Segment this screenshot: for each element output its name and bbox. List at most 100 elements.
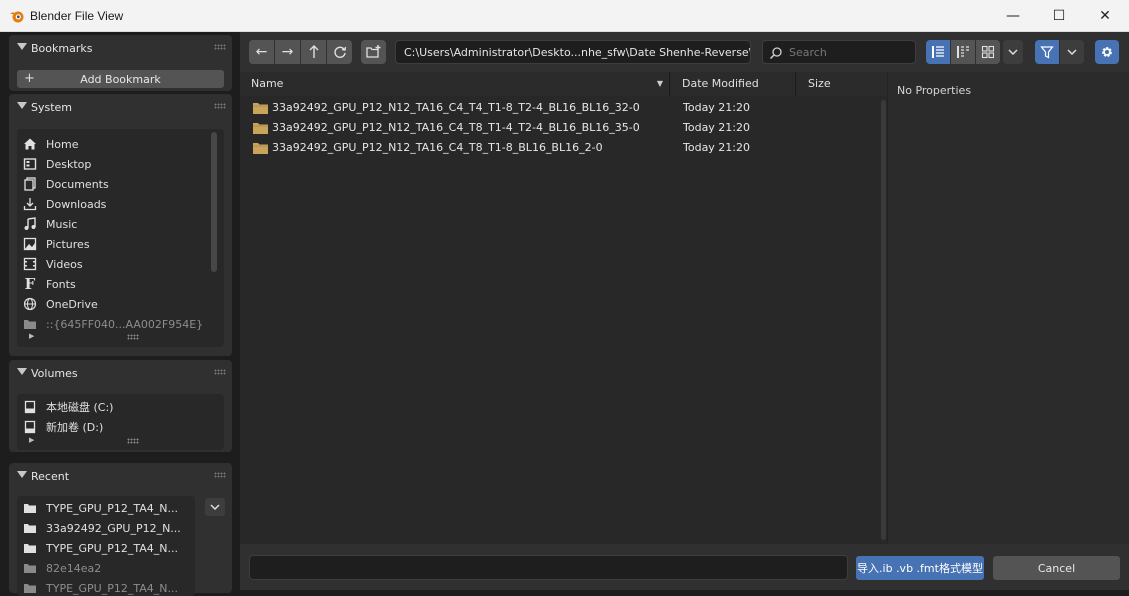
drag-grip-icon[interactable] <box>214 44 226 50</box>
back-button[interactable]: ← <box>249 40 274 64</box>
properties-panel: No Properties <box>888 72 1129 544</box>
refresh-button[interactable] <box>327 40 352 64</box>
file-list-scrollbar[interactable] <box>881 100 886 540</box>
sidebar-item-special-folder[interactable]: ::{645FF040...AA002F954E} <box>23 314 213 334</box>
column-header-size[interactable]: Size <box>797 72 887 96</box>
chevron-down-icon <box>210 504 220 510</box>
column-name-label: Name <box>251 77 284 90</box>
forward-button[interactable]: → <box>275 40 300 64</box>
import-execute-button[interactable]: 导入.ib .vb .fmt格式模型 <box>856 556 984 580</box>
folder-icon <box>253 123 268 134</box>
recent-item-label: TYPE_GPU_P12_TA4_N... <box>46 581 178 595</box>
add-bookmark-label: Add Bookmark <box>80 72 161 86</box>
folder-icon <box>253 143 268 154</box>
parent-directory-icon <box>309 45 318 58</box>
recent-item[interactable]: TYPE_GPU_P12_TA4_N... <box>23 578 193 596</box>
drag-grip-icon[interactable] <box>214 369 226 375</box>
recent-item-label: TYPE_GPU_P12_TA4_N... <box>46 541 178 555</box>
refresh-icon <box>333 46 346 58</box>
filter-icon <box>1040 46 1054 59</box>
sidebar-item-desktop[interactable]: Desktop <box>23 154 213 174</box>
documents-icon <box>24 177 36 191</box>
minimize-button[interactable]: — <box>990 0 1036 32</box>
directory-path-field[interactable]: C:\Users\Administrator\Deskto...nhe_sfw\… <box>395 40 751 64</box>
grid-view-icon <box>981 45 995 59</box>
thumbnail-view-button[interactable] <box>976 40 1000 64</box>
recent-item[interactable]: TYPE_GPU_P12_TA4_N... <box>23 538 193 558</box>
settings-button[interactable] <box>1095 40 1119 64</box>
close-icon: ✕ <box>1099 8 1111 24</box>
file-name: 33a92492_GPU_P12_N12_TA16_C4_T8_T1-4_T2-… <box>272 121 640 134</box>
filename-input[interactable] <box>249 555 848 580</box>
recent-item[interactable]: 33a92492_GPU_P12_N... <box>23 518 193 538</box>
file-row[interactable]: 33a92492_GPU_P12_N12_TA16_C4_T8_T1-8_BL1… <box>240 138 870 158</box>
recent-item[interactable]: TYPE_GPU_P12_TA4_N... <box>23 498 193 518</box>
folder-icon <box>253 103 268 114</box>
sidebar-item-videos[interactable]: Videos <box>23 254 213 274</box>
recent-panel-header[interactable]: Recent <box>9 463 232 489</box>
add-bookmark-button[interactable]: + Add Bookmark <box>17 70 224 88</box>
search-input[interactable]: Search <box>762 40 916 64</box>
sidebar-item-label: Fonts <box>46 277 76 291</box>
column-header-date[interactable]: Date Modified <box>671 72 796 96</box>
filter-dropdown[interactable] <box>1060 40 1084 64</box>
maximize-button[interactable]: ☐ <box>1036 0 1082 32</box>
horizontal-list-view-button[interactable] <box>951 40 975 64</box>
file-date: Today 21:20 <box>683 141 751 154</box>
sidebar-item-label: ::{645FF040...AA002F954E} <box>46 317 204 331</box>
column-date-label: Date Modified <box>682 77 759 90</box>
sidebar-item-drive-d[interactable]: 新加卷 (D:) <box>23 417 213 437</box>
bookmarks-panel-header[interactable]: Bookmarks <box>9 35 232 61</box>
sidebar-item-onedrive[interactable]: OneDrive <box>23 294 213 314</box>
recent-item[interactable]: 82e14ea2 <box>23 558 193 578</box>
arrow-right-icon: → <box>281 44 294 60</box>
file-row[interactable]: 33a92492_GPU_P12_N12_TA16_C4_T4_T1-8_T2-… <box>240 98 870 118</box>
sidebar-item-fonts[interactable]: F Fonts <box>23 274 213 294</box>
close-button[interactable]: ✕ <box>1082 0 1128 32</box>
new-folder-button[interactable] <box>361 40 386 64</box>
drag-grip-icon[interactable] <box>214 472 226 478</box>
sidebar-item-pictures[interactable]: Pictures <box>23 234 213 254</box>
system-label: System <box>31 101 73 114</box>
resize-grip-icon[interactable] <box>127 438 139 444</box>
resize-grip-icon[interactable] <box>127 334 139 340</box>
drive-icon <box>24 400 36 414</box>
volumes-panel: Volumes 本地磁盘 (C:) 新加卷 (D:) ▶ <box>9 360 232 452</box>
system-scrollbar[interactable] <box>211 132 217 272</box>
recent-label: Recent <box>31 470 70 483</box>
downloads-icon <box>23 198 37 211</box>
sidebar-item-label: Pictures <box>46 237 90 251</box>
folder-icon <box>24 504 36 513</box>
volumes-panel-header[interactable]: Volumes <box>9 360 232 386</box>
system-panel-header[interactable]: System <box>9 94 232 120</box>
sidebar-item-home[interactable]: Home <box>23 134 213 154</box>
display-settings-dropdown[interactable] <box>1003 40 1023 64</box>
expand-arrow-icon[interactable]: ▶ <box>29 332 34 340</box>
home-icon <box>24 138 36 150</box>
parent-directory-button[interactable] <box>301 40 326 64</box>
file-list: Name ▼ Date Modified Size 33a92492_GPU_P… <box>240 72 887 544</box>
cancel-button[interactable]: Cancel <box>993 556 1120 580</box>
title-bar: Blender File View — ☐ ✕ <box>0 0 1129 32</box>
recent-dropdown-button[interactable] <box>205 498 225 516</box>
list-view-icon <box>932 46 944 58</box>
filter-toggle-button[interactable] <box>1035 40 1059 64</box>
folder-icon <box>24 544 36 553</box>
file-row[interactable]: 33a92492_GPU_P12_N12_TA16_C4_T8_T1-4_T2-… <box>240 118 870 138</box>
maximize-icon: ☐ <box>1052 8 1066 24</box>
column-header-name[interactable]: Name ▼ <box>240 72 670 96</box>
drag-grip-icon[interactable] <box>214 103 226 109</box>
window-title: Blender File View <box>30 9 124 23</box>
sidebar-item-label: Music <box>46 217 78 231</box>
system-list: Home Desktop Documents Downloads Music P… <box>17 129 224 347</box>
sidebar-item-downloads[interactable]: Downloads <box>23 194 213 214</box>
vertical-list-view-button[interactable] <box>926 40 950 64</box>
no-properties-label: No Properties <box>897 84 972 97</box>
sidebar-item-label: Downloads <box>46 197 107 211</box>
sidebar-item-documents[interactable]: Documents <box>23 174 213 194</box>
expand-arrow-icon[interactable]: ▶ <box>29 436 34 444</box>
sidebar-item-drive-c[interactable]: 本地磁盘 (C:) <box>23 397 213 417</box>
recent-panel: Recent TYPE_GPU_P12_TA4_N... 33a92492_GP… <box>9 463 232 596</box>
collapse-arrow-icon <box>17 43 27 50</box>
sidebar-item-music[interactable]: Music <box>23 214 213 234</box>
